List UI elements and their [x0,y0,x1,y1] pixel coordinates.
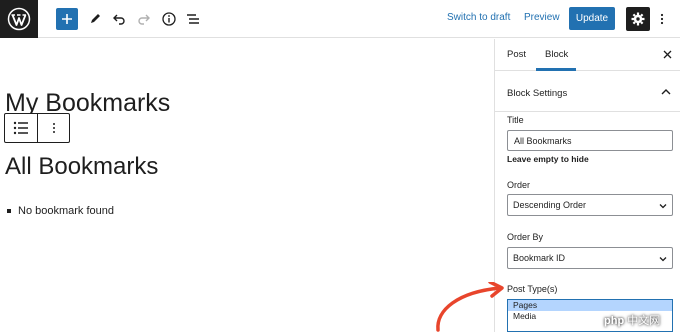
switch-to-draft-link[interactable]: Switch to draft [447,12,510,23]
list-item: No bookmark found [7,205,114,217]
plus-icon [62,14,72,24]
order-by-select[interactable]: Bookmark ID [507,247,673,269]
chevron-down-icon [659,257,667,262]
pencil-icon [91,14,100,23]
more-vertical-icon [660,13,664,25]
tab-post[interactable]: Post [507,49,526,60]
update-button[interactable]: Update [569,7,615,30]
editor-top-bar: Switch to draft Preview Update [0,0,680,38]
close-icon [663,50,671,58]
sidebar-tabs: Post Block [495,39,680,71]
order-label: Order [507,180,531,190]
undo-icon [113,14,125,25]
list-icon [13,121,28,135]
gear-icon [631,12,645,26]
list-view-button[interactable] [182,8,204,30]
redo-icon [138,14,150,25]
preview-link[interactable]: Preview [524,12,560,23]
order-by-label: Order By [507,232,544,242]
settings-button[interactable] [626,7,650,31]
tab-block[interactable]: Block [545,49,568,60]
info-icon [162,12,176,26]
active-tab-indicator [536,68,576,71]
settings-sidebar: Post Block Block Settings Title All Book… [494,39,680,332]
redo-button[interactable] [133,8,155,30]
post-type-option[interactable]: Pages [508,300,672,311]
title-help-text: Leave empty to hide [507,154,589,164]
chevron-up-icon [661,89,671,95]
wordpress-logo-icon[interactable] [0,0,38,38]
panel-title: Block Settings [507,88,568,99]
title-input[interactable]: All Bookmarks [507,130,673,151]
block-type-button[interactable] [5,114,38,142]
block-toolbar [4,113,70,143]
watermark-brand: php [604,315,625,327]
close-sidebar-button[interactable] [661,48,673,60]
bullet-icon [7,209,11,213]
block-settings-panel-header[interactable]: Block Settings [495,72,680,112]
list-view-icon [187,14,199,24]
bookmarks-block-heading[interactable]: All Bookmarks [5,153,158,181]
tools-button[interactable] [84,8,106,30]
order-select[interactable]: Descending Order [507,194,673,216]
details-button[interactable] [158,8,180,30]
order-select-value: Descending Order [513,200,587,210]
watermark-site: 中文网 [627,315,661,327]
watermark: php 中文网 [604,312,660,328]
order-by-select-value: Bookmark ID [513,253,566,263]
undo-button[interactable] [108,8,130,30]
more-vertical-icon [52,123,55,133]
chevron-down-icon [659,204,667,209]
add-block-button[interactable] [56,8,78,30]
post-types-label: Post Type(s) [507,284,558,294]
block-options-button[interactable] [38,114,69,142]
more-options-button[interactable] [656,8,668,30]
editor-canvas[interactable]: My Bookmarks All Bookmarks No bookmark f… [0,39,494,332]
list-item-text: No bookmark found [18,205,114,217]
title-label: Title [507,115,524,125]
annotation-arrow-icon [436,282,504,332]
